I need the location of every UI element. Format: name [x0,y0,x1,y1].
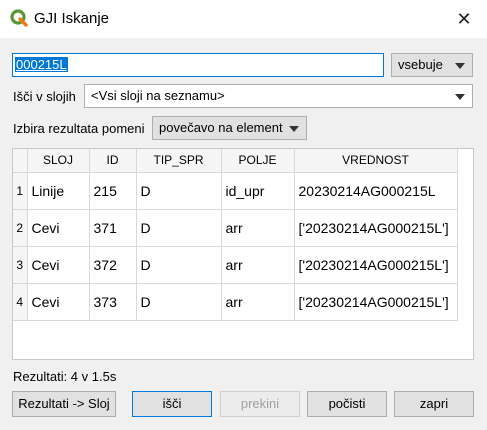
cell-tip-spr[interactable]: D [136,172,222,210]
column-header-sloj[interactable]: SLOJ [27,149,90,173]
layers-select-value: <Vsi sloji na seznamu> [91,88,225,103]
cell-sloj[interactable]: Cevi [27,209,90,247]
cell-polje[interactable]: arr [221,246,295,284]
result-action-select[interactable]: povečavo na element [152,116,307,140]
layers-select[interactable]: <Vsi sloji na seznamu> [84,84,473,108]
dialog-body: 000215L vsebuje Išči v slojih <Vsi sloji… [0,38,487,430]
search-input-value: 000215L [15,57,68,72]
cell-id[interactable]: 373 [89,283,137,321]
row-number[interactable]: 4 [13,283,28,321]
corner-header [13,149,28,173]
row-number[interactable]: 1 [13,172,28,210]
table-header-row: SLOJ ID TIP_SPR POLJE VREDNOST [13,149,458,173]
layers-label: Išči v slojih [13,89,76,104]
column-header-tip-spr[interactable]: TIP_SPR [136,149,222,173]
cell-vrednost[interactable]: ['20230214AG000215L'] [294,209,458,247]
chevron-down-icon [455,94,465,100]
cell-tip-spr[interactable]: D [136,283,222,321]
match-mode-select[interactable]: vsebuje [391,53,473,77]
column-header-polje[interactable]: POLJE [221,149,295,173]
close-window-button[interactable]: ✕ [441,0,487,38]
title-bar: GJI Iskanje ✕ [0,0,487,38]
results-status: Rezultati: 4 v 1.5s [13,369,117,384]
chevron-down-icon [289,126,299,132]
cell-tip-spr[interactable]: D [136,209,222,247]
result-action-label: Izbira rezultata pomeni [13,121,145,136]
export-to-layer-button[interactable]: Rezultati -> Sloj [12,391,116,417]
close-icon: ✕ [456,8,472,29]
cell-sloj[interactable]: Cevi [27,246,90,284]
cell-sloj[interactable]: Linije [27,172,90,210]
table-row[interactable]: 4 Cevi 373 D arr ['20230214AG000215L'] [13,283,458,321]
cell-tip-spr[interactable]: D [136,246,222,284]
match-mode-value: vsebuje [398,57,443,72]
cell-polje[interactable]: arr [221,283,295,321]
cell-vrednost[interactable]: 20230214AG000215L [294,172,458,210]
cell-id[interactable]: 371 [89,209,137,247]
row-number[interactable]: 2 [13,209,28,247]
chevron-down-icon [455,63,465,69]
table-row[interactable]: 2 Cevi 371 D arr ['20230214AG000215L'] [13,209,458,247]
window-title: GJI Iskanje [34,10,110,27]
column-header-id[interactable]: ID [89,149,137,173]
cell-id[interactable]: 215 [89,172,137,210]
cell-vrednost[interactable]: ['20230214AG000215L'] [294,246,458,284]
search-button[interactable]: išči [132,391,212,417]
qgis-logo-icon [10,9,28,27]
table-row[interactable]: 1 Linije 215 D id_upr 20230214AG000215L [13,172,458,210]
cell-vrednost[interactable]: ['20230214AG000215L'] [294,283,458,321]
results-table[interactable]: SLOJ ID TIP_SPR POLJE VREDNOST 1 Linije … [12,148,474,360]
cell-polje[interactable]: arr [221,209,295,247]
search-input[interactable]: 000215L [12,53,384,77]
stop-button: prekini [220,391,300,417]
cell-id[interactable]: 372 [89,246,137,284]
cell-polje[interactable]: id_upr [221,172,295,210]
result-action-value: povečavo na element [159,120,283,135]
cell-sloj[interactable]: Cevi [27,283,90,321]
table-row[interactable]: 3 Cevi 372 D arr ['20230214AG000215L'] [13,246,458,284]
column-header-vrednost[interactable]: VREDNOST [294,149,458,173]
close-button[interactable]: zapri [394,391,474,417]
row-number[interactable]: 3 [13,246,28,284]
clear-button[interactable]: počisti [307,391,387,417]
